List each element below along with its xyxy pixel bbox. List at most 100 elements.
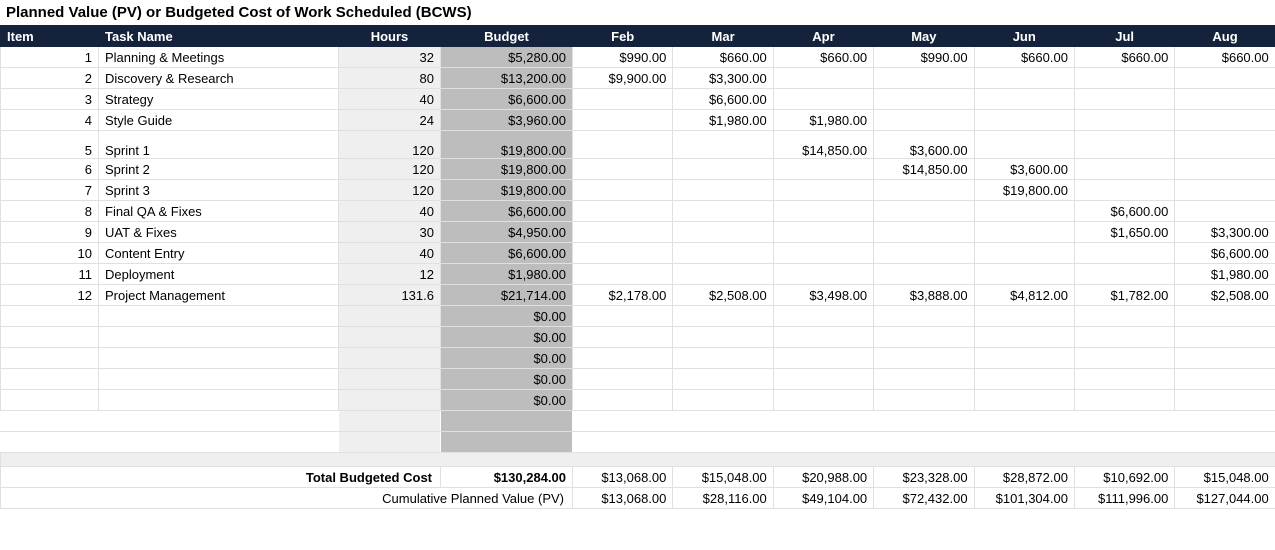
cell-month-6[interactable] [1175, 348, 1275, 369]
cell-month-5[interactable] [1074, 390, 1174, 411]
cell-month-6[interactable] [1175, 180, 1275, 201]
cell-budget[interactable] [441, 432, 573, 453]
cell-month-2[interactable]: $3,498.00 [773, 285, 873, 306]
cell-month-1[interactable] [673, 180, 773, 201]
cell-month-3[interactable] [874, 327, 974, 348]
cell-month-2[interactable] [773, 327, 873, 348]
cell-month-0[interactable] [573, 159, 673, 180]
cell-month-3[interactable] [874, 89, 974, 110]
cell-month-4[interactable] [974, 411, 1074, 432]
cell-month-6[interactable] [1175, 327, 1275, 348]
cell-month-5[interactable]: $660.00 [1074, 47, 1174, 68]
cell-item[interactable]: 3 [1, 89, 99, 110]
col-task[interactable]: Task Name [99, 26, 339, 47]
cell-month-1[interactable] [673, 348, 773, 369]
col-month-4[interactable]: Jun [974, 26, 1074, 47]
cell-month-5[interactable] [1074, 131, 1174, 159]
cell-month-6[interactable] [1175, 68, 1275, 89]
cell-month-6[interactable] [1175, 369, 1275, 390]
cell-item[interactable] [1, 390, 99, 411]
cell-month-4[interactable] [974, 243, 1074, 264]
cell-month-0[interactable] [573, 264, 673, 285]
cell-month-4[interactable] [974, 369, 1074, 390]
cell-month-6[interactable]: $660.00 [1175, 47, 1275, 68]
cell-item[interactable]: 7 [1, 180, 99, 201]
cell-month-0[interactable] [573, 243, 673, 264]
cell-month-4[interactable]: $3,600.00 [974, 159, 1074, 180]
cell-month-0[interactable] [573, 222, 673, 243]
col-month-6[interactable]: Aug [1175, 26, 1275, 47]
cell-month-4[interactable]: $4,812.00 [974, 285, 1074, 306]
cell-item[interactable]: 11 [1, 264, 99, 285]
cell-month-5[interactable] [1074, 68, 1174, 89]
cell-month-5[interactable] [1074, 411, 1174, 432]
cell-month-1[interactable] [673, 222, 773, 243]
cell-month-1[interactable]: $6,600.00 [673, 89, 773, 110]
cell-month-2[interactable] [773, 89, 873, 110]
cell-budget[interactable]: $0.00 [441, 306, 573, 327]
cell-month-2[interactable] [773, 390, 873, 411]
cell-month-2[interactable] [773, 201, 873, 222]
cell-task[interactable] [99, 306, 339, 327]
cell-item[interactable] [1, 348, 99, 369]
cell-month-2[interactable] [773, 180, 873, 201]
cell-task[interactable] [99, 390, 339, 411]
cell-month-5[interactable] [1074, 432, 1174, 453]
cell-item[interactable]: 1 [1, 47, 99, 68]
cell-budget[interactable] [441, 411, 573, 432]
cell-month-1[interactable] [673, 432, 773, 453]
cell-hours[interactable]: 12 [339, 264, 441, 285]
cell-month-6[interactable] [1175, 411, 1275, 432]
cell-item[interactable]: 12 [1, 285, 99, 306]
cell-month-3[interactable] [874, 411, 974, 432]
cell-month-0[interactable] [573, 411, 673, 432]
cell-hours[interactable]: 40 [339, 89, 441, 110]
cell-budget[interactable]: $1,980.00 [441, 264, 573, 285]
cell-month-4[interactable] [974, 110, 1074, 131]
cell-month-5[interactable] [1074, 89, 1174, 110]
cell-month-0[interactable] [573, 348, 673, 369]
cell-month-6[interactable] [1175, 306, 1275, 327]
cell-month-0[interactable] [573, 327, 673, 348]
cell-month-0[interactable] [573, 369, 673, 390]
col-hours[interactable]: Hours [339, 26, 441, 47]
cell-item[interactable] [1, 327, 99, 348]
cell-month-5[interactable] [1074, 110, 1174, 131]
cell-budget[interactable]: $13,200.00 [441, 68, 573, 89]
cell-budget[interactable]: $0.00 [441, 369, 573, 390]
cell-month-6[interactable]: $6,600.00 [1175, 243, 1275, 264]
cell-month-0[interactable]: $990.00 [573, 47, 673, 68]
cell-item[interactable] [1, 411, 99, 432]
cell-month-6[interactable]: $3,300.00 [1175, 222, 1275, 243]
cell-budget[interactable]: $6,600.00 [441, 201, 573, 222]
cell-month-3[interactable] [874, 369, 974, 390]
cell-task[interactable] [99, 411, 339, 432]
cell-month-2[interactable] [773, 369, 873, 390]
cell-budget[interactable]: $6,600.00 [441, 89, 573, 110]
cell-month-1[interactable] [673, 264, 773, 285]
cell-item[interactable]: 6 [1, 159, 99, 180]
cell-budget[interactable]: $3,960.00 [441, 110, 573, 131]
cell-month-2[interactable] [773, 222, 873, 243]
cell-hours[interactable] [339, 348, 441, 369]
cell-month-3[interactable] [874, 390, 974, 411]
cell-month-3[interactable]: $14,850.00 [874, 159, 974, 180]
cell-month-4[interactable]: $19,800.00 [974, 180, 1074, 201]
cell-month-4[interactable] [974, 348, 1074, 369]
cell-budget[interactable]: $0.00 [441, 390, 573, 411]
cell-item[interactable]: 4 [1, 110, 99, 131]
col-budget[interactable]: Budget [441, 26, 573, 47]
cell-month-6[interactable] [1175, 89, 1275, 110]
cell-month-2[interactable]: $660.00 [773, 47, 873, 68]
cell-task[interactable]: Final QA & Fixes [99, 201, 339, 222]
cell-item[interactable] [1, 432, 99, 453]
cell-month-2[interactable] [773, 159, 873, 180]
cell-budget[interactable]: $4,950.00 [441, 222, 573, 243]
cell-month-5[interactable] [1074, 348, 1174, 369]
cell-task[interactable]: Content Entry [99, 243, 339, 264]
cell-budget[interactable]: $0.00 [441, 348, 573, 369]
cell-task[interactable] [99, 327, 339, 348]
cell-item[interactable]: 8 [1, 201, 99, 222]
cell-month-2[interactable] [773, 68, 873, 89]
cell-month-2[interactable]: $1,980.00 [773, 110, 873, 131]
